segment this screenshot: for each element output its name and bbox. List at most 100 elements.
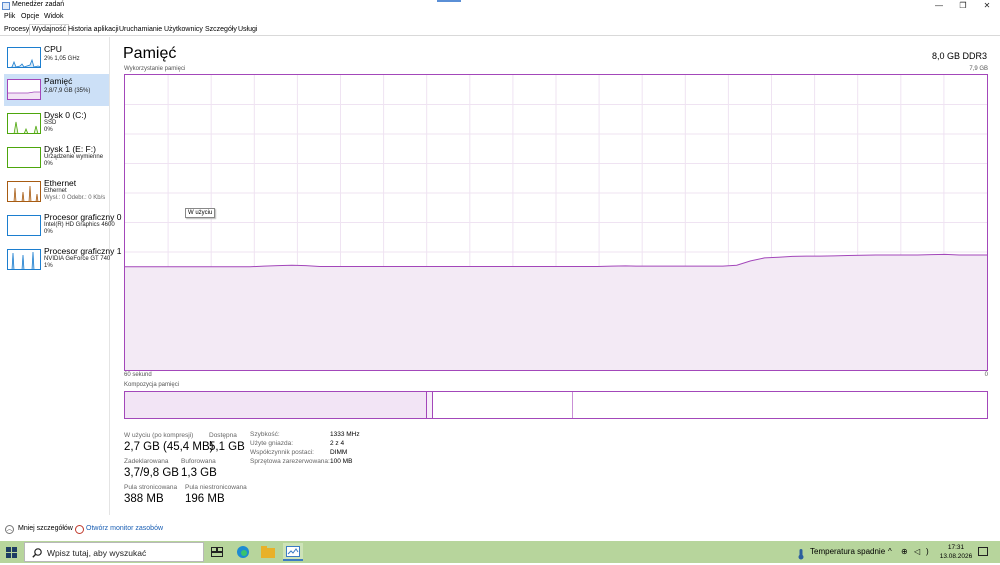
task-manager-window: Menedżer zadań — ❐ ✕ Plik Opcje Widok Pr… bbox=[0, 0, 1000, 541]
notifications-icon[interactable] bbox=[978, 547, 988, 556]
spec-speed-value: 1333 MHz bbox=[330, 431, 360, 438]
memory-composition-bar[interactable] bbox=[124, 391, 988, 419]
open-resource-monitor-link[interactable]: Otwórz monitor zasobów bbox=[86, 525, 163, 532]
menu-view[interactable]: Widok bbox=[44, 13, 63, 20]
disk-0-thumbnail-graph bbox=[7, 113, 41, 134]
fewer-details-link[interactable]: Mniej szczegółów bbox=[18, 525, 73, 532]
close-button[interactable]: ✕ bbox=[975, 0, 999, 12]
task-manager-app-icon bbox=[2, 2, 10, 10]
in-use-value: 2,7 GB (45,4 MB) bbox=[124, 441, 214, 453]
cached-label: Buforowana bbox=[181, 458, 216, 465]
memory-detail-panel: Pamięć 8,0 GB DDR3 Wykorzystanie pamięci… bbox=[112, 37, 1000, 515]
volume-icon[interactable]: ) bbox=[926, 547, 929, 556]
sidebar-item-disk-0-type: SSD bbox=[44, 120, 57, 126]
task-manager-taskbar-icon[interactable] bbox=[283, 543, 303, 561]
title-bar[interactable]: Menedżer zadań — ❐ ✕ bbox=[0, 0, 1000, 12]
tab-startup[interactable]: Uruchamianie bbox=[117, 25, 164, 36]
sidebar-item-gpu-1-name: Procesor graficzny 1 bbox=[44, 246, 122, 256]
cached-value: 1,3 GB bbox=[181, 467, 217, 479]
gpu-0-thumbnail-graph bbox=[7, 215, 41, 236]
cpu-thumbnail-graph bbox=[7, 47, 41, 68]
sidebar-item-gpu-0-usage: 0% bbox=[44, 229, 53, 235]
file-explorer-icon[interactable] bbox=[258, 543, 278, 561]
search-icon bbox=[32, 548, 42, 558]
footer-bar: ︿ Mniej szczegółów Otwórz monitor zasobó… bbox=[0, 520, 1000, 540]
sidebar-item-disk-1-usage: 0% bbox=[44, 161, 53, 167]
sidebar-item-disk-1[interactable]: Dysk 1 (E: F:) Urządzenie wymienne 0% bbox=[4, 142, 109, 174]
ethernet-thumbnail-graph bbox=[7, 181, 41, 202]
show-hidden-icons-icon[interactable]: ^ bbox=[888, 547, 892, 556]
minimize-button[interactable]: — bbox=[927, 0, 951, 12]
weather-icon[interactable] bbox=[796, 547, 806, 560]
spec-speed-label: Szybkość: bbox=[250, 431, 280, 438]
tab-services[interactable]: Usługi bbox=[236, 25, 259, 36]
sidebar-item-cpu[interactable]: CPU 2% 1,05 GHz bbox=[4, 42, 109, 74]
clock-date: 13.08.2026 bbox=[939, 553, 973, 560]
disk-1-thumbnail-graph bbox=[7, 147, 41, 168]
chevron-up-icon[interactable]: ︿ bbox=[5, 525, 14, 534]
nonpaged-pool-label: Pula niestronicowana bbox=[185, 484, 247, 491]
sidebar-item-gpu-1[interactable]: Procesor graficzny 1 NVIDIA GeForce GT 7… bbox=[4, 244, 121, 276]
available-value: 5,1 GB bbox=[209, 441, 245, 453]
network-icon[interactable]: ⊕ bbox=[901, 547, 908, 556]
task-view-icon[interactable] bbox=[207, 543, 227, 561]
clock[interactable]: 17:31 13.08.2026 bbox=[938, 543, 974, 561]
sidebar-item-memory[interactable]: Pamięć 2,8/7,9 GB (35%) bbox=[4, 74, 109, 106]
sidebar-item-gpu-1-model: NVIDIA GeForce GT 740 bbox=[44, 256, 111, 262]
taskbar: Wpisz tutaj, aby wyszukać Temperatura sp… bbox=[0, 541, 1000, 563]
composition-in-use-segment[interactable] bbox=[125, 392, 427, 418]
clock-time: 17:31 bbox=[947, 544, 965, 551]
spec-form-factor-value: DIMM bbox=[330, 449, 348, 456]
sidebar-item-cpu-usage: 2% 1,05 GHz bbox=[44, 56, 80, 62]
in-use-label: W użyciu (po kompresji) bbox=[124, 432, 194, 439]
tab-processes[interactable]: Procesy bbox=[2, 25, 31, 36]
restore-button[interactable]: ❐ bbox=[951, 0, 975, 12]
composition-standby-segment[interactable] bbox=[433, 392, 573, 418]
sidebar-item-ethernet[interactable]: Ethernet Ethernet Wysł.: 0 Odebr.: 0 Kb/… bbox=[4, 176, 109, 208]
edge-browser-icon[interactable] bbox=[233, 543, 253, 561]
usage-graph-caption: Wykorzystanie pamięci bbox=[124, 66, 186, 72]
sidebar-item-disk-0-name: Dysk 0 (C:) bbox=[44, 110, 87, 120]
tab-strip: Procesy Wydajność Historia aplikacji Uru… bbox=[0, 24, 1000, 36]
resource-monitor-icon[interactable] bbox=[75, 525, 84, 534]
sidebar-item-ethernet-name: Ethernet bbox=[44, 178, 77, 188]
available-label: Dostępna bbox=[209, 432, 237, 439]
sidebar-item-gpu-1-usage: 1% bbox=[44, 263, 53, 269]
sidebar-item-ethernet-type: Ethernet bbox=[44, 188, 67, 194]
sidebar-item-ethernet-throughput: Wysł.: 0 Odebr.: 0 Kb/s bbox=[44, 195, 106, 201]
memory-usage-graph[interactable]: W użyciu bbox=[124, 74, 988, 371]
spec-hw-reserved-value: 100 MB bbox=[330, 458, 353, 465]
menu-file[interactable]: Plik bbox=[4, 13, 15, 20]
sidebar-item-gpu-0-model: Intel(R) HD Graphics 4600 bbox=[44, 222, 115, 228]
composition-caption: Kompozycja pamięci bbox=[124, 382, 180, 388]
sidebar-item-gpu-0[interactable]: Procesor graficzny 0 Intel(R) HD Graphic… bbox=[4, 210, 121, 242]
spec-hw-reserved-label: Sprzętowa zarezerwowana: bbox=[250, 458, 330, 465]
paged-pool-value: 388 MB bbox=[124, 493, 164, 505]
spec-form-factor-label: Współczynnik postaci: bbox=[250, 449, 314, 456]
windows-start-icon[interactable] bbox=[6, 547, 17, 558]
gpu-1-thumbnail-graph bbox=[7, 249, 41, 270]
sidebar-item-disk-0[interactable]: Dysk 0 (C:) SSD 0% bbox=[4, 108, 109, 140]
paged-pool-label: Pula stronicowana bbox=[124, 484, 178, 491]
spec-slots-value: 2 z 4 bbox=[330, 440, 345, 447]
search-placeholder: Wpisz tutaj, aby wyszukać bbox=[47, 548, 147, 558]
memory-usage-graph-svg bbox=[125, 75, 987, 370]
speaker-icon[interactable]: ◁ bbox=[914, 547, 920, 556]
menu-options[interactable]: Opcje bbox=[21, 13, 39, 20]
tab-performance[interactable]: Wydajność bbox=[29, 24, 70, 35]
sidebar-item-gpu-0-name: Procesor graficzny 0 bbox=[44, 212, 122, 222]
performance-sidebar: CPU 2% 1,05 GHz Pamięć 2,8/7,9 GB (35%) … bbox=[0, 37, 121, 515]
tab-app-history[interactable]: Historia aplikacji bbox=[66, 25, 121, 36]
tab-details[interactable]: Szczegóły bbox=[203, 25, 239, 36]
taskbar-search-box[interactable]: Wpisz tutaj, aby wyszukać bbox=[24, 542, 204, 562]
time-axis-right: 0 bbox=[984, 372, 988, 378]
window-title: Menedżer zadań bbox=[12, 1, 65, 8]
memory-thumbnail-graph bbox=[7, 79, 41, 100]
weather-text[interactable]: Temperatura spadnie bbox=[810, 547, 885, 556]
nonpaged-pool-value: 196 MB bbox=[185, 493, 225, 505]
tab-users[interactable]: Użytkownicy bbox=[162, 25, 205, 36]
committed-label: Zadeklarowana bbox=[124, 458, 169, 465]
page-title: Pamięć bbox=[123, 45, 177, 62]
title-accent bbox=[437, 0, 461, 2]
sidebar-item-memory-name: Pamięć bbox=[44, 76, 73, 86]
